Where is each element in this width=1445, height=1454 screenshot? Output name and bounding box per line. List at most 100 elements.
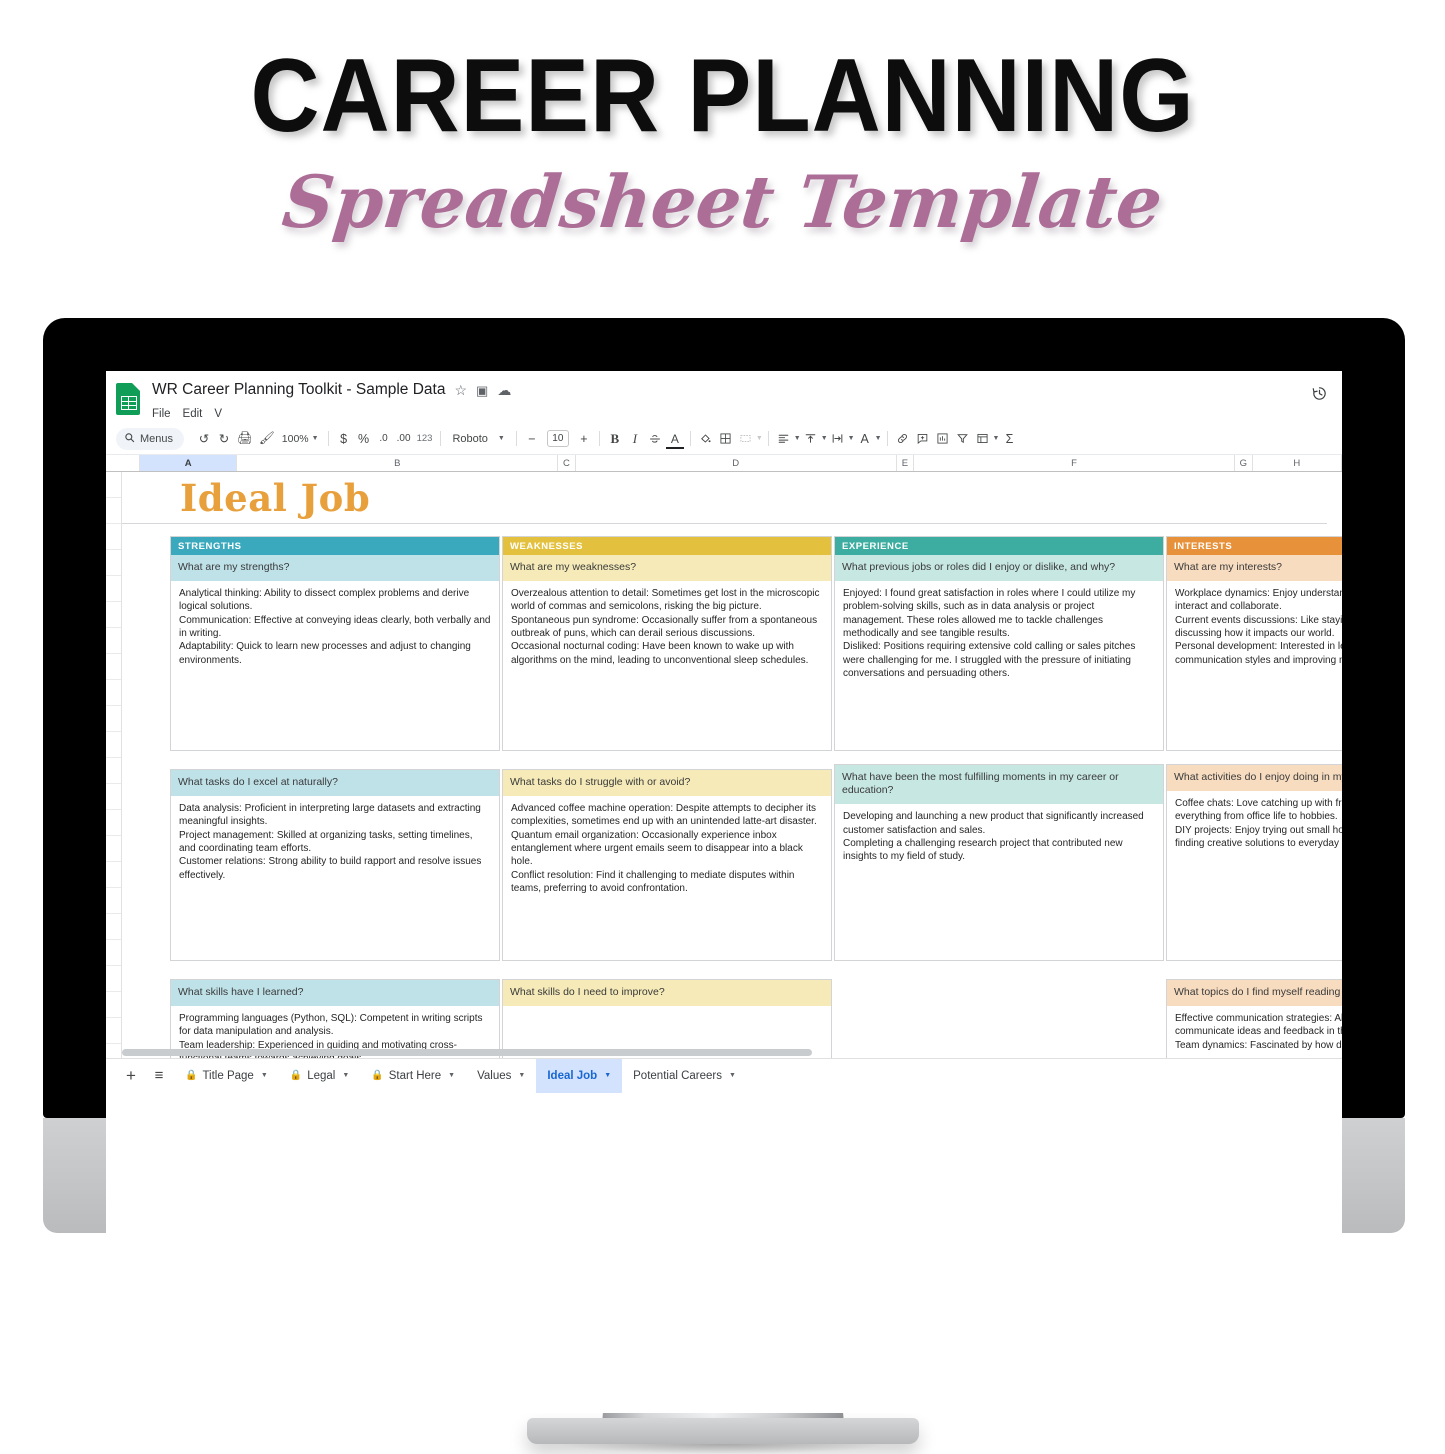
text-color-button[interactable]: A	[665, 428, 685, 450]
chevron-down-icon[interactable]: ▼	[794, 435, 801, 442]
text-wrapping-button[interactable]	[828, 428, 848, 450]
chevron-down-icon[interactable]: ▼	[848, 435, 855, 442]
zoom-selector[interactable]: 100% ▼	[278, 433, 323, 445]
print-button[interactable]: 🖨	[234, 428, 256, 450]
font-name: Roboto	[452, 432, 488, 445]
row-header[interactable]	[106, 498, 121, 524]
version-history-icon[interactable]	[1310, 385, 1328, 403]
chevron-down-icon[interactable]: ▼	[756, 435, 763, 442]
column-header-b[interactable]: B	[237, 455, 559, 471]
menus-label: Menus	[140, 432, 174, 445]
menus-button[interactable]: Menus	[116, 427, 185, 450]
sheet-tab-potential-careers[interactable]: Potential Careers ▼	[622, 1059, 747, 1093]
card-enjoy-activities[interactable]: What activities do I enjoy doing in my f…	[1166, 764, 1342, 961]
chevron-down-icon[interactable]: ▼	[518, 1072, 525, 1079]
chevron-down-icon[interactable]: ▼	[261, 1072, 268, 1079]
chevron-down-icon[interactable]: ▼	[821, 435, 828, 442]
insert-comment-icon[interactable]	[913, 428, 933, 450]
column-header-h[interactable]: H	[1252, 455, 1342, 471]
chevron-down-icon[interactable]: ▼	[448, 1072, 455, 1079]
menu-file[interactable]: File	[152, 408, 171, 420]
sheet-tab-legal[interactable]: 🔒 Legal ▼	[279, 1059, 361, 1093]
text-rotation-button[interactable]: A	[855, 428, 875, 450]
chevron-down-icon: ▼	[311, 435, 319, 442]
column-header-c[interactable]: C	[558, 455, 576, 471]
chevron-down-icon[interactable]: ▼	[729, 1072, 736, 1079]
screen: WR Career Planning Toolkit - Sample Data…	[106, 371, 1342, 1413]
card-fulfilling-moments[interactable]: What have been the most fulfilling momen…	[834, 764, 1164, 961]
vertical-align-button[interactable]	[801, 428, 821, 450]
promo-title: CAREER PLANNING	[250, 38, 1195, 154]
card-strengths[interactable]: STRENGTHS What are my strengths? Analyti…	[170, 536, 500, 751]
card-experience[interactable]: EXPERIENCE What previous jobs or roles d…	[834, 536, 1164, 751]
sheet-tab-title-page[interactable]: 🔒 Title Page ▼	[174, 1059, 279, 1093]
card-struggle-tasks[interactable]: What tasks do I struggle with or avoid? …	[502, 769, 832, 961]
decrease-decimal-button[interactable]: .0	[374, 428, 394, 450]
font-size-increase-button[interactable]: +	[574, 428, 594, 450]
all-sheets-button[interactable]: ≡	[144, 1067, 174, 1084]
sheet-tab-ideal-job[interactable]: Ideal Job ▼	[536, 1058, 623, 1093]
paint-format-button[interactable]: 🖌	[256, 428, 278, 450]
card-question: What have been the most fulfilling momen…	[835, 765, 1163, 805]
italic-button[interactable]: I	[625, 428, 645, 450]
column-header-a[interactable]: A	[140, 455, 238, 471]
strikethrough-button[interactable]	[645, 428, 665, 450]
percent-format-button[interactable]: %	[354, 428, 374, 450]
bold-button[interactable]: B	[605, 428, 625, 450]
chevron-down-icon[interactable]: ▼	[875, 435, 882, 442]
row-header[interactable]	[106, 472, 121, 498]
sheet-grid[interactable]: Ideal Job STRENGTHS What are my strength…	[106, 472, 1342, 1058]
add-sheet-button[interactable]: +	[118, 1066, 144, 1086]
menu-view[interactable]: V	[214, 408, 222, 420]
insert-link-icon[interactable]	[893, 428, 913, 450]
merge-cells-button[interactable]	[736, 428, 756, 450]
font-selector[interactable]: Roboto ▼	[446, 433, 510, 445]
document-title[interactable]: WR Career Planning Toolkit - Sample Data	[152, 381, 445, 399]
card-skills-learned[interactable]: What skills have I learned? Programming …	[170, 979, 500, 1058]
undo-button[interactable]: ↺	[194, 428, 214, 450]
increase-decimal-button[interactable]: .00	[394, 428, 414, 450]
card-excel-tasks[interactable]: What tasks do I excel at naturally? Data…	[170, 769, 500, 961]
chevron-down-icon[interactable]: ▼	[342, 1072, 349, 1079]
chevron-down-icon[interactable]: ▼	[993, 435, 1000, 442]
font-size-decrease-button[interactable]: −	[522, 428, 542, 450]
sheet-tab-values[interactable]: Values ▼	[466, 1059, 536, 1093]
sheets-logo-icon[interactable]	[116, 383, 140, 415]
horizontal-align-button[interactable]	[774, 428, 794, 450]
fill-color-button[interactable]	[696, 428, 716, 450]
column-header-d[interactable]: D	[575, 455, 897, 471]
functions-button[interactable]: Σ	[999, 428, 1019, 450]
card-interests[interactable]: INTERESTS What are my interests? Workpla…	[1166, 536, 1342, 751]
currency-format-button[interactable]: $	[334, 428, 354, 450]
pivot-table-icon[interactable]	[973, 428, 993, 450]
promo-subtitle: Spreadsheet Template	[278, 159, 1167, 244]
menu-edit[interactable]: Edit	[183, 408, 203, 420]
column-header-f[interactable]: F	[914, 455, 1235, 471]
sheet-tab-start-here[interactable]: 🔒 Start Here ▼	[360, 1059, 466, 1093]
more-formats-button[interactable]: 123	[414, 428, 436, 450]
font-size-stepper[interactable]: − 10 +	[522, 428, 594, 450]
card-body: Developing and launching a new product t…	[835, 804, 1163, 872]
select-all-corner[interactable]	[106, 455, 141, 471]
star-icon[interactable]: ☆	[454, 383, 467, 397]
horizontal-scrollbar[interactable]	[122, 1049, 812, 1056]
card-weaknesses[interactable]: WEAKNESSES What are my weaknesses? Overz…	[502, 536, 832, 751]
column-header-g[interactable]: G	[1235, 455, 1253, 471]
card-body: Data analysis: Proficient in interpretin…	[171, 796, 499, 890]
card-skills-improve[interactable]: What skills do I need to improve?	[502, 979, 832, 1058]
chevron-down-icon[interactable]: ▼	[604, 1072, 611, 1079]
insert-chart-icon[interactable]	[933, 428, 953, 450]
font-size-input[interactable]: 10	[546, 430, 569, 447]
card-reading-topics[interactable]: What topics do I find myself reading abo…	[1166, 979, 1342, 1058]
move-to-folder-icon[interactable]: ▣	[476, 384, 488, 397]
sheet-tab-label: Title Page	[202, 1069, 254, 1082]
card-body: Effective communication strategies: Alwa…	[1167, 1006, 1342, 1058]
redo-button[interactable]: ↻	[214, 428, 234, 450]
card-body: Advanced coffee machine operation: Despi…	[503, 796, 831, 904]
column-header-e[interactable]: E	[896, 455, 915, 471]
borders-button[interactable]	[716, 428, 736, 450]
card-body: Analytical thinking: Ability to dissect …	[171, 581, 499, 675]
toolbar: Menus ↺ ↻ 🖨 🖌 100% ▼ $ % .0 .00 123 Robo…	[106, 423, 1342, 455]
sheet-tab-label: Ideal Job	[547, 1069, 598, 1082]
filter-icon[interactable]	[953, 428, 973, 450]
